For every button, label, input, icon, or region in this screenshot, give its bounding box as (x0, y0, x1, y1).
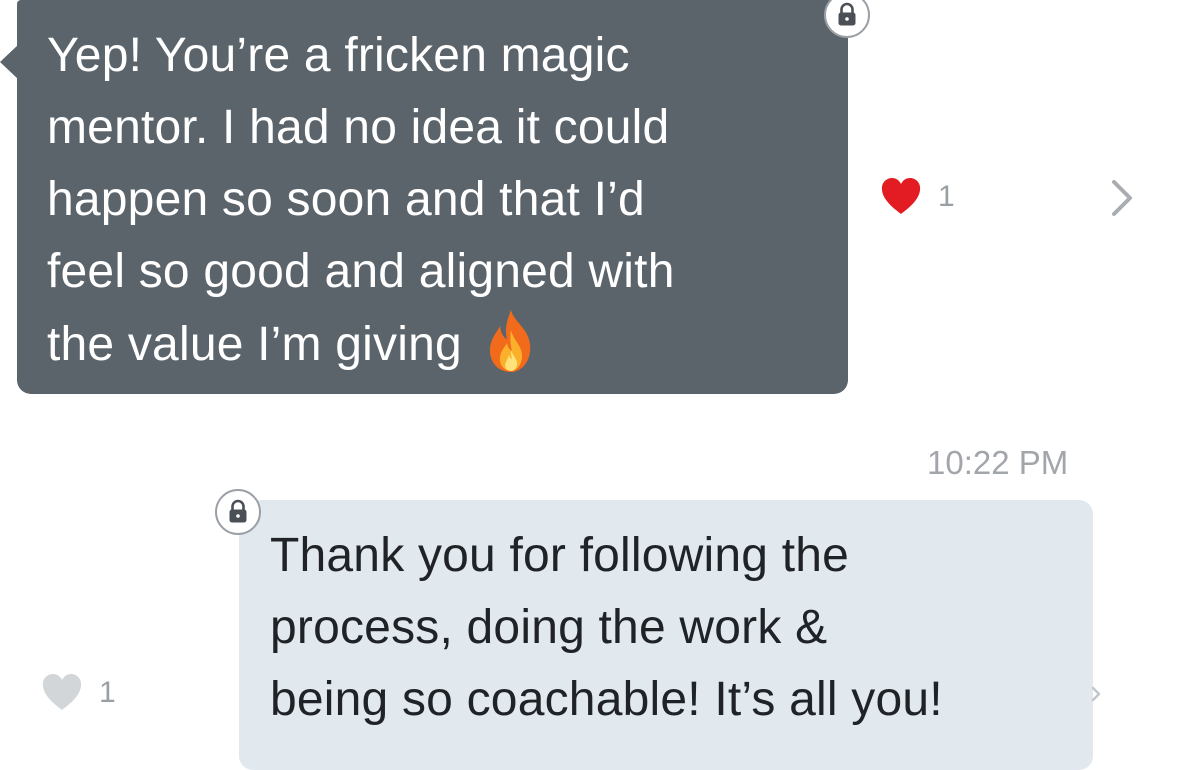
message-text: the value I’m giving (47, 318, 462, 371)
incoming-message-bubble[interactable]: Yep! You’re a fricken magic mentor. I ha… (17, 0, 848, 394)
outgoing-message-bubble[interactable]: Thank you for following the process, doi… (239, 500, 1093, 770)
chevron-right-icon[interactable] (1108, 176, 1138, 220)
heart-filled-icon (881, 178, 921, 214)
message-text-line: mentor. I had no idea it could (47, 101, 670, 154)
reaction-count: 1 (938, 180, 955, 213)
fire-emoji-icon (484, 308, 538, 374)
lock-icon (215, 489, 261, 535)
chevron-right-icon[interactable] (1090, 680, 1104, 710)
message-text-line: happen so soon and that I’d (47, 173, 645, 226)
message-text-line: being so coachable! It’s all you! (270, 673, 943, 726)
lock-icon (824, 0, 870, 38)
message-text-line: feel so good and aligned with (47, 245, 675, 298)
message-text-line-last: the value I’m giving (47, 308, 820, 381)
message-text-line: Yep! You’re a fricken magic (47, 29, 630, 82)
message-text-line: Thank you for following the (270, 529, 850, 582)
message-text-line: process, doing the work & (270, 601, 828, 654)
reaction-count: 1 (99, 676, 116, 709)
heart-gray-icon (42, 674, 82, 710)
message-timestamp: 10:22 PM (927, 444, 1069, 481)
